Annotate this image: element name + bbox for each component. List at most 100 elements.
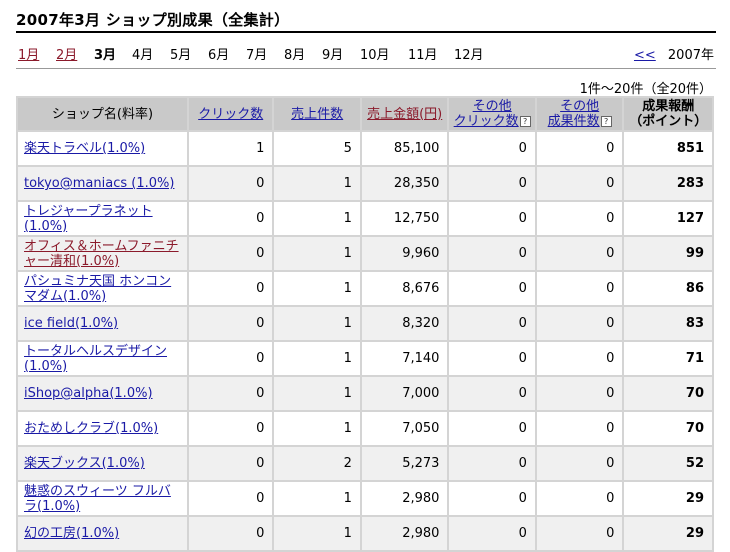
sort-other-results-link[interactable]: その他 成果件数 (548, 99, 600, 129)
month-7-label: 7月 (246, 48, 268, 63)
other-results-cell: 0 (536, 237, 623, 270)
shop-link[interactable]: 魅惑のスウィーツ フルバラ(1.0%) (24, 484, 171, 514)
points-cell: 83 (624, 307, 712, 340)
year-nav: << 2007年 (634, 44, 714, 63)
sales-amount-cell: 8,676 (361, 272, 448, 305)
shop-link[interactable]: トレジャープラネット (1.0%) (24, 204, 153, 234)
prev-year-link[interactable]: << (634, 48, 656, 63)
table-row: ice field(1.0%) 0 1 8,320 0 0 83 (18, 307, 712, 340)
shop-link[interactable]: iShop@alpha(1.0%) (24, 386, 153, 401)
other-clicks-cell: 0 (449, 132, 535, 165)
month-9-label: 9月 (322, 48, 344, 63)
clicks-cell: 0 (188, 237, 273, 270)
shop-cell: トレジャープラネット (1.0%) (18, 202, 187, 235)
shop-link[interactable]: ice field(1.0%) (24, 316, 118, 331)
shop-link[interactable]: 楽天ブックス(1.0%) (24, 456, 145, 471)
sales-count-cell: 2 (274, 447, 360, 480)
month-6-label: 6月 (208, 48, 230, 63)
other-results-cell: 0 (536, 342, 623, 375)
shop-link[interactable]: トータルヘルスデザイン (1.0%) (24, 344, 167, 374)
clicks-cell: 0 (188, 377, 273, 410)
header-other-results[interactable]: その他 成果件数? (536, 98, 623, 130)
year-label: 2007年 (667, 48, 714, 63)
other-results-cell: 0 (536, 482, 623, 515)
sales-amount-cell: 7,050 (361, 412, 448, 445)
other-clicks-cell: 0 (449, 447, 535, 480)
help-icon[interactable]: ? (519, 116, 531, 127)
other-clicks-cell: 0 (449, 342, 535, 375)
clicks-cell: 0 (188, 482, 273, 515)
points-cell: 86 (624, 272, 712, 305)
help-icon[interactable]: ? (600, 116, 612, 127)
table-row: オフィス＆ホームファニチャー清和(1.0%) 0 1 9,960 0 0 99 (18, 237, 712, 270)
points-cell: 99 (624, 237, 712, 270)
points-cell: 29 (624, 517, 712, 550)
table-header-row: ショップ名(料率) クリック数 売上件数 売上金額(円) その他 クリック数? そ… (18, 98, 712, 130)
sort-sales-amount-link[interactable]: 売上金額(円) (367, 107, 442, 122)
shop-link[interactable]: パシュミナ天国 ホンコンマダム(1.0%) (24, 274, 171, 304)
shop-link[interactable]: オフィス＆ホームファニチャー清和(1.0%) (24, 239, 179, 269)
shop-cell: おためしクラブ(1.0%) (18, 412, 187, 445)
header-sales-amount[interactable]: 売上金額(円) (361, 98, 448, 130)
header-other-clicks-line1: その他 (472, 99, 512, 114)
sort-other-clicks-link[interactable]: その他 クリック数 (454, 99, 519, 129)
clicks-cell: 0 (188, 517, 273, 550)
shop-cell: ice field(1.0%) (18, 307, 187, 340)
table-row: パシュミナ天国 ホンコンマダム(1.0%) 0 1 8,676 0 0 86 (18, 272, 712, 305)
month-1-link[interactable]: 1月 (18, 44, 39, 63)
month-11-label: 11月 (408, 48, 438, 63)
other-clicks-cell: 0 (449, 237, 535, 270)
other-results-cell: 0 (536, 377, 623, 410)
header-other-results-line1: その他 (560, 99, 600, 114)
sales-count-cell: 1 (274, 237, 360, 270)
sales-count-cell: 1 (274, 412, 360, 445)
clicks-cell: 0 (188, 202, 273, 235)
sales-amount-cell: 28,350 (361, 167, 448, 200)
clicks-cell: 0 (188, 447, 273, 480)
month-2-link[interactable]: 2月 (56, 44, 77, 63)
header-clicks[interactable]: クリック数 (188, 98, 273, 130)
table-row: トータルヘルスデザイン (1.0%) 0 1 7,140 0 0 71 (18, 342, 712, 375)
other-results-cell: 0 (536, 307, 623, 340)
table-row: 楽天トラベル(1.0%) 1 5 85,100 0 0 851 (18, 132, 712, 165)
sales-amount-cell: 12,750 (361, 202, 448, 235)
header-shop: ショップ名(料率) (18, 98, 187, 130)
sort-clicks-link[interactable]: クリック数 (198, 107, 263, 122)
sort-sales-count-link[interactable]: 売上件数 (291, 107, 343, 122)
other-clicks-cell: 0 (449, 167, 535, 200)
points-cell: 70 (624, 377, 712, 410)
shop-cell: 幻の工房(1.0%) (18, 517, 187, 550)
sales-amount-cell: 9,960 (361, 237, 448, 270)
shop-cell: tokyo@maniacs (1.0%) (18, 167, 187, 200)
table-row: 魅惑のスウィーツ フルバラ(1.0%) 0 1 2,980 0 0 29 (18, 482, 712, 515)
clicks-cell: 0 (188, 167, 273, 200)
header-reward-line1: 成果報酬 (642, 99, 695, 114)
header-reward: 成果報酬 （ポイント） (624, 98, 712, 130)
sales-count-cell: 1 (274, 272, 360, 305)
month-5-label: 5月 (170, 48, 192, 63)
header-other-clicks[interactable]: その他 クリック数? (449, 98, 535, 130)
month-8-label: 8月 (284, 48, 306, 63)
clicks-cell: 0 (188, 272, 273, 305)
other-clicks-cell: 0 (449, 482, 535, 515)
sales-amount-cell: 8,320 (361, 307, 448, 340)
sales-count-cell: 1 (274, 202, 360, 235)
shop-cell: 魅惑のスウィーツ フルバラ(1.0%) (18, 482, 187, 515)
title-divider (16, 31, 716, 33)
other-clicks-cell: 0 (449, 412, 535, 445)
other-results-cell: 0 (536, 202, 623, 235)
clicks-cell: 0 (188, 307, 273, 340)
shop-link[interactable]: 幻の工房(1.0%) (24, 526, 119, 541)
header-other-clicks-line2: クリック数 (453, 114, 519, 129)
sales-count-cell: 1 (274, 307, 360, 340)
shop-link[interactable]: tokyo@maniacs (1.0%) (24, 176, 174, 191)
clicks-cell: 0 (188, 342, 273, 375)
other-clicks-cell: 0 (449, 272, 535, 305)
table-row: 楽天ブックス(1.0%) 0 2 5,273 0 0 52 (18, 447, 712, 480)
shop-cell: iShop@alpha(1.0%) (18, 377, 187, 410)
header-sales-count[interactable]: 売上件数 (274, 98, 360, 130)
shop-link[interactable]: おためしクラブ(1.0%) (24, 421, 158, 436)
clicks-cell: 0 (188, 412, 273, 445)
shop-link[interactable]: 楽天トラベル(1.0%) (24, 141, 145, 156)
other-results-cell: 0 (536, 167, 623, 200)
